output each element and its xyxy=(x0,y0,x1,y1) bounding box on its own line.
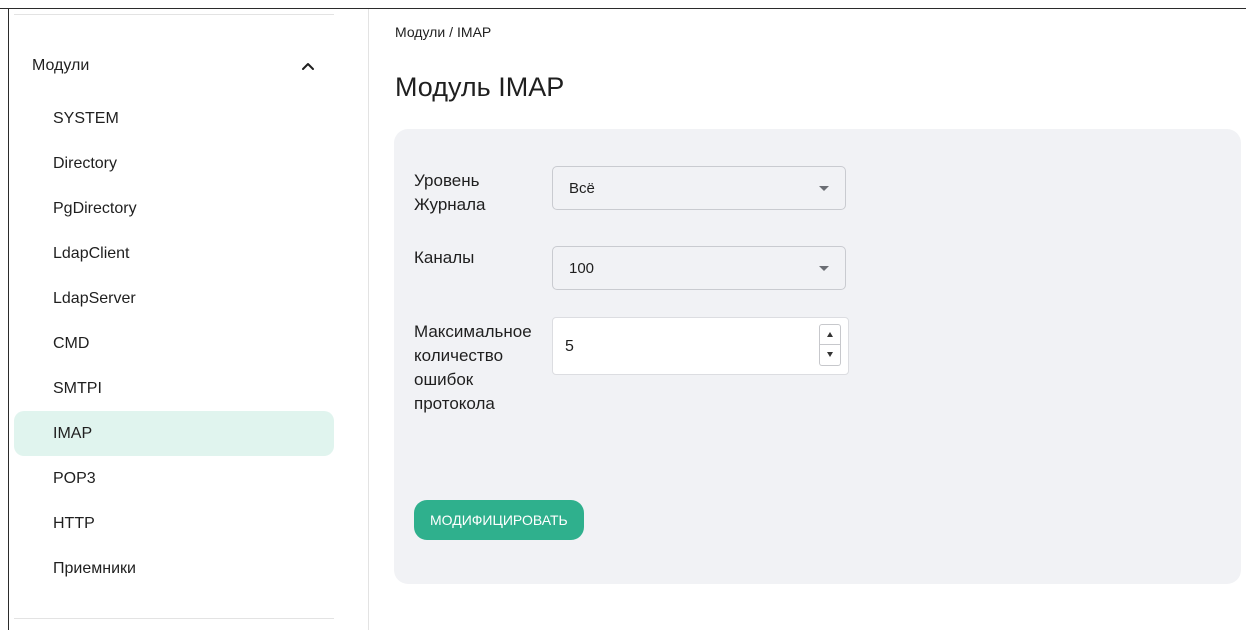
sidebar-item-imap[interactable]: IMAP xyxy=(14,411,334,456)
channels-value: 100 xyxy=(569,260,595,277)
window-top-border xyxy=(0,8,1246,9)
breadcrumb-current: IMAP xyxy=(457,24,492,40)
sidebar-item-label: LdapClient xyxy=(53,245,130,262)
max-errors-label-line: протокола xyxy=(414,394,495,413)
log-level-value: Всё xyxy=(569,180,595,197)
sidebar-item-label: POP3 xyxy=(53,470,96,487)
sidebar-item-receivers[interactable]: Приемники xyxy=(14,546,334,591)
sidebar-item-label: SMTPI xyxy=(53,380,102,397)
sidebar-item-label: SYSTEM xyxy=(53,110,119,127)
app-window: Модули SYSTEM Directory PgDirectory Ldap… xyxy=(0,0,1246,630)
max-errors-input[interactable] xyxy=(563,332,807,362)
caret-down-icon xyxy=(819,266,829,271)
sidebar-group-label: Модули xyxy=(32,57,90,74)
sidebar-nav-list: SYSTEM Directory PgDirectory LdapClient … xyxy=(14,96,334,591)
sidebar-item-label: IMAP xyxy=(53,425,93,442)
sidebar-item-pop3[interactable]: POP3 xyxy=(14,456,334,501)
stepper-increment-button[interactable] xyxy=(819,324,841,345)
triangle-up-icon xyxy=(827,332,833,337)
settings-panel: Уровень Журнала Всё Каналы 100 Максималь… xyxy=(394,129,1241,584)
sidebar-item-smtpi[interactable]: SMTPI xyxy=(14,366,334,411)
log-level-label-line: Журнала xyxy=(414,195,486,214)
sidebar-group-modules[interactable]: Модули xyxy=(14,44,334,88)
breadcrumb: Модули / IMAP xyxy=(395,24,491,40)
sidebar-item-directory[interactable]: Directory xyxy=(14,141,334,186)
max-errors-label: Максимальное количество ошибок протокола xyxy=(414,320,552,416)
chevron-up-icon xyxy=(302,63,314,70)
sidebar-item-http[interactable]: HTTP xyxy=(14,501,334,546)
max-errors-label-line: ошибок xyxy=(414,370,474,389)
breadcrumb-link-modules[interactable]: Модули xyxy=(395,24,445,40)
channels-label: Каналы xyxy=(414,248,475,267)
sidebar-item-ldapserver[interactable]: LdapServer xyxy=(14,276,334,321)
log-level-label: Уровень Журнала xyxy=(414,169,552,217)
max-errors-label-line: Максимальное xyxy=(414,322,532,341)
sidebar-divider xyxy=(368,9,369,630)
triangle-down-icon xyxy=(827,352,833,357)
stepper-decrement-button[interactable] xyxy=(819,345,841,366)
channels-select[interactable]: 100 xyxy=(552,246,846,290)
max-errors-label-line: количество xyxy=(414,346,504,365)
page-title: Модуль IMAP xyxy=(395,72,565,102)
sidebar-bottom-divider xyxy=(14,618,334,619)
sidebar-item-ldapclient[interactable]: LdapClient xyxy=(14,231,334,276)
sidebar-top-divider xyxy=(14,14,334,15)
sidebar-item-label: Приемники xyxy=(53,560,136,577)
max-errors-stepper xyxy=(819,324,841,368)
breadcrumb-separator: / xyxy=(449,24,454,40)
sidebar-item-system[interactable]: SYSTEM xyxy=(14,96,334,141)
modify-button[interactable]: МОДИФИЦИРОВАТЬ xyxy=(414,500,584,540)
window-left-border xyxy=(8,8,9,630)
sidebar-item-label: LdapServer xyxy=(53,290,136,307)
sidebar-item-label: PgDirectory xyxy=(53,200,137,217)
sidebar-item-label: Directory xyxy=(53,155,118,172)
log-level-label-line: Уровень xyxy=(414,171,480,190)
sidebar-item-cmd[interactable]: CMD xyxy=(14,321,334,366)
sidebar-item-label: HTTP xyxy=(53,515,95,532)
log-level-select[interactable]: Всё xyxy=(552,166,846,210)
sidebar-item-pgdirectory[interactable]: PgDirectory xyxy=(14,186,334,231)
caret-down-icon xyxy=(819,186,829,191)
max-errors-field xyxy=(552,317,849,375)
sidebar-item-label: CMD xyxy=(53,335,90,352)
